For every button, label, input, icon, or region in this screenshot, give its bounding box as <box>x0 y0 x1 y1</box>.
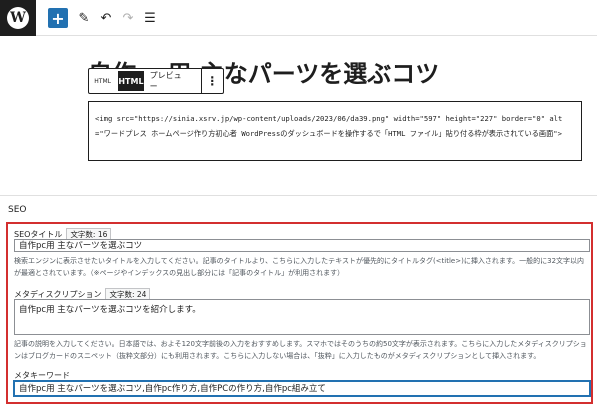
preview-button[interactable]: プレビュー <box>144 70 195 92</box>
meta-keyword-label: メタキーワード <box>14 371 70 380</box>
redo-icon[interactable]: ↷ <box>118 8 138 28</box>
block-type-html-button[interactable]: HTML <box>89 78 116 85</box>
pencil-icon[interactable]: ✎ <box>74 8 94 28</box>
seo-section-heading: SEO <box>8 205 27 215</box>
editor-top-toolbar: W + ✎ ↶ ↷ ☰ <box>0 0 597 36</box>
seo-title-help-text: 検索エンジンに表示させたいタイトルを入力してください。記事のタイトルより、こちら… <box>14 257 585 277</box>
add-block-button[interactable]: + <box>48 8 68 28</box>
meta-description-help-text: 記事の説明を入力してください。日本語では、およそ120文字前後の入力をおすすめし… <box>14 340 587 360</box>
meta-keyword-label-row: メタキーワード <box>14 370 70 381</box>
wordpress-logo-button[interactable]: W <box>0 0 36 36</box>
section-divider <box>0 195 597 196</box>
html-mode-button[interactable]: HTML <box>118 71 144 91</box>
html-code-editor[interactable]: <img src="https://sinia.xsrv.jp/wp-conte… <box>88 101 582 161</box>
document-overview-icon[interactable]: ☰ <box>140 8 160 28</box>
block-toolbar: HTML HTML プレビュー ⋮ <box>88 68 224 94</box>
wordpress-icon: W <box>7 7 29 29</box>
meta-description-textarea[interactable]: 自作pc用 主なパーツを選ぶコツを紹介します。 <box>14 299 590 335</box>
seo-title-input[interactable]: 自作pc用 主なパーツを選ぶコツ <box>14 239 590 252</box>
undo-icon[interactable]: ↶ <box>96 8 116 28</box>
more-options-icon[interactable]: ⋮ <box>202 74 223 88</box>
meta-keyword-input[interactable]: 自作pc用 主なパーツを選ぶコツ,自作pc作り方,自作PCの作り方,自作pc組み… <box>14 381 590 396</box>
seo-settings-panel: SEOタイトル 文字数: 16 自作pc用 主なパーツを選ぶコツ 検索エンジンに… <box>6 222 593 404</box>
